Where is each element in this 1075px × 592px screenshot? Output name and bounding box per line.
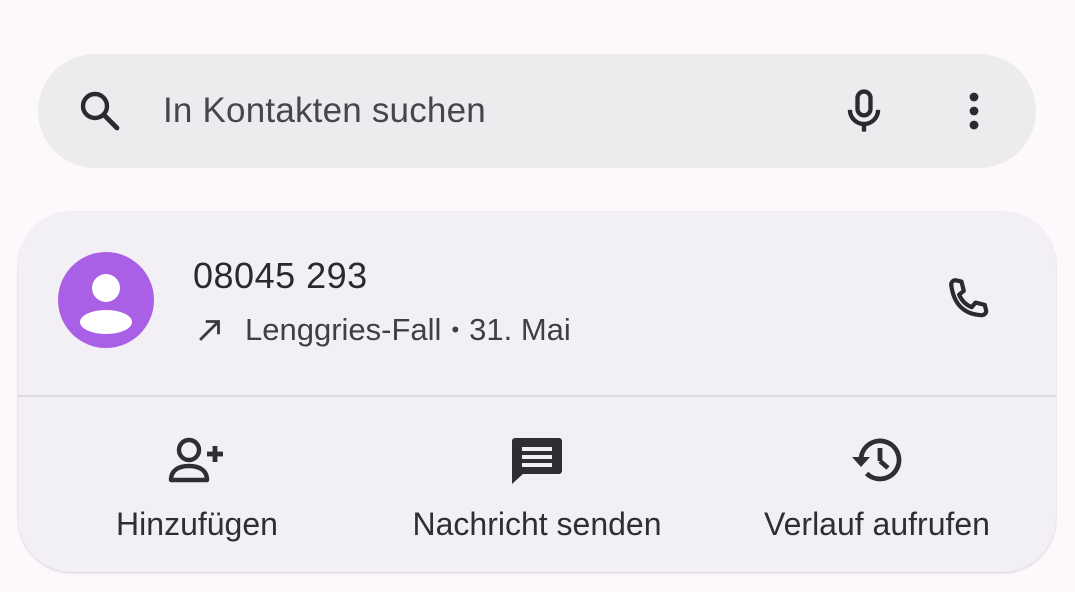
more-vert-icon[interactable]: [950, 85, 998, 137]
outgoing-call-arrow-icon: [199, 320, 220, 341]
search-input[interactable]: In Kontakten suchen: [163, 54, 486, 168]
add-contact-button[interactable]: Hinzufügen: [24, 398, 370, 572]
call-location: Lenggries-Fall: [245, 312, 442, 347]
avatar[interactable]: [58, 252, 154, 348]
call-details: Lenggries-Fall • 31. Mai: [193, 308, 571, 352]
view-history-label: Verlauf aufrufen: [764, 506, 990, 542]
send-message-button[interactable]: Nachricht senden: [364, 398, 710, 572]
person-icon: [80, 274, 132, 334]
phone-icon[interactable]: [940, 272, 996, 328]
send-message-label: Nachricht senden: [412, 506, 662, 542]
person-add-icon: [168, 437, 223, 483]
mic-icon[interactable]: [838, 85, 890, 137]
action-row: Hinzufügen Nachricht senden Verlauf aufr…: [18, 398, 1056, 572]
search-bar[interactable]: In Kontakten suchen: [38, 54, 1036, 168]
separator: •: [451, 317, 460, 342]
history-icon: [852, 438, 902, 482]
call-log-card: 08045 293 Lenggries-Fall • 31. Mai Hinzu…: [18, 212, 1056, 572]
message-icon: [512, 438, 562, 484]
divider: [18, 395, 1056, 397]
call-date: 31. Mai: [469, 312, 571, 347]
view-history-button[interactable]: Verlauf aufrufen: [704, 398, 1050, 572]
caller-number: 08045 293: [193, 255, 368, 296]
add-contact-label: Hinzufügen: [116, 506, 278, 542]
search-icon[interactable]: [76, 87, 124, 135]
